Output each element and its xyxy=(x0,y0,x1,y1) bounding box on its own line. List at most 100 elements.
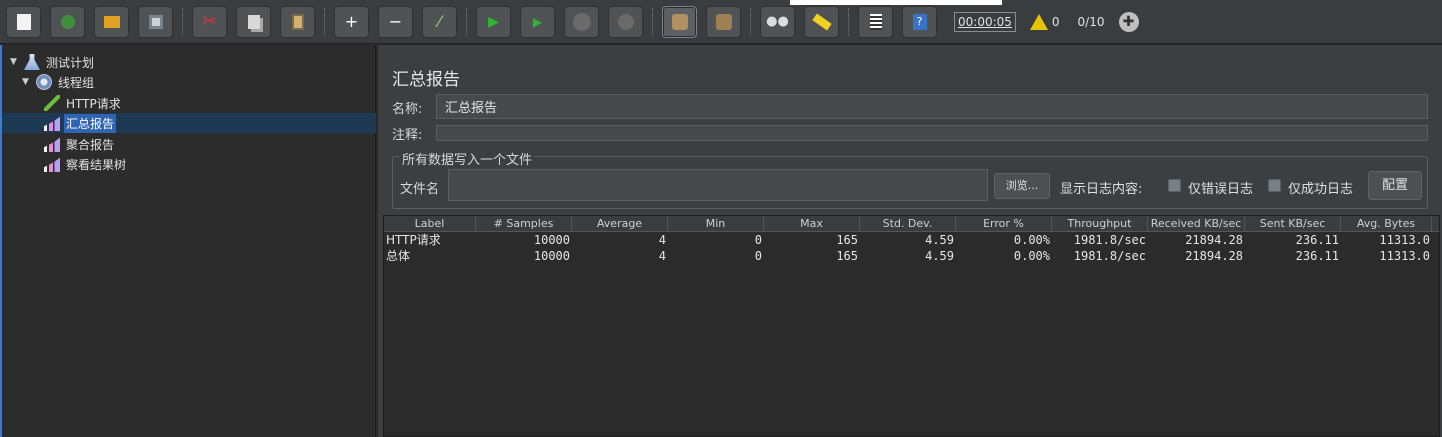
table-cell: 21894.28 xyxy=(1185,249,1243,263)
save-icon[interactable] xyxy=(138,5,173,38)
toolbar-separator xyxy=(466,7,468,36)
clear-all-icon[interactable] xyxy=(706,5,741,38)
table-cell: 1981.8/sec xyxy=(1073,233,1146,247)
filename-field[interactable] xyxy=(448,169,988,201)
name-field[interactable]: 汇总报告 xyxy=(436,94,1428,119)
tree-item-view-results-tree[interactable]: 察看结果树 xyxy=(44,154,128,174)
page-title: 汇总报告 xyxy=(392,70,460,90)
column-header[interactable]: Label xyxy=(384,216,476,231)
table-header: Label # Samples Average Min Max Std. Dev… xyxy=(384,216,1439,232)
table-cell: 10000 xyxy=(533,249,570,263)
tree-item-thread-group[interactable]: ▼ 线程组 xyxy=(22,72,96,92)
listener-chart-icon xyxy=(44,137,60,152)
toolbar-separator xyxy=(182,7,184,36)
toolbar-separator xyxy=(652,7,654,36)
comment-field[interactable] xyxy=(436,125,1428,141)
success-only-label: 仅成功日志 xyxy=(1288,182,1354,197)
templates-icon[interactable] xyxy=(50,5,85,38)
start-no-pauses-icon[interactable]: ▶ xyxy=(520,5,555,38)
active-threads: 0/10 xyxy=(1077,14,1105,29)
search-icon[interactable]: ●● xyxy=(760,5,795,38)
summary-report-panel: 汇总报告 名称: 汇总报告 注释: 所有数据写入一个文件 文件名 浏览... 显… xyxy=(378,45,1442,437)
expand-arrow-icon[interactable]: ▼ xyxy=(10,57,20,67)
table-row[interactable]: 总体 10000 4 0 165 4.59 0.00% 1981.8/sec 2… xyxy=(384,248,1439,264)
window-edge xyxy=(790,0,1002,5)
test-plan-tree: ▼ 测试计划 ▼ 线程组 HTTP请求 汇总报告 聚合报告 察看结果树 xyxy=(0,45,376,437)
remote-globe-icon[interactable]: ✚ xyxy=(1118,11,1139,32)
column-header[interactable]: Avg. Bytes xyxy=(1341,216,1432,231)
column-header[interactable]: Std. Dev. xyxy=(860,216,956,231)
table-cell: 0.00% xyxy=(1013,233,1050,247)
function-helper-icon[interactable] xyxy=(858,5,893,38)
table-cell: 4.59 xyxy=(925,233,954,247)
column-header[interactable]: Average xyxy=(572,216,668,231)
jmeter-window: ✂ + − ⁄ ▶ ▶ ●● ? 00:00:05 0 0/10 ✚ ▼ 测试计… xyxy=(0,0,1442,437)
tree-item-aggregate-report[interactable]: 聚合报告 xyxy=(44,134,116,154)
table-cell: 4 xyxy=(658,233,666,247)
comment-label: 注释: xyxy=(392,128,423,143)
expand-icon[interactable]: + xyxy=(334,5,369,38)
table-cell: 11313.0 xyxy=(1379,249,1430,263)
toolbar-separator xyxy=(848,7,850,36)
column-header[interactable]: Max xyxy=(764,216,860,231)
table-cell: 0 xyxy=(754,233,762,247)
write-to-file-title: 所有数据写入一个文件 xyxy=(400,149,535,168)
browse-button[interactable]: 浏览... xyxy=(994,173,1050,199)
elapsed-timer: 00:00:05 xyxy=(954,11,1016,32)
table-cell: 10000 xyxy=(533,233,570,247)
table-cell: 165 xyxy=(836,249,858,263)
shutdown-icon[interactable] xyxy=(608,5,643,38)
tree-item-label: 察看结果树 xyxy=(66,157,127,172)
table-cell: 4.59 xyxy=(925,249,954,263)
paste-icon[interactable] xyxy=(280,5,315,38)
errors-only-label: 仅错误日志 xyxy=(1188,182,1254,197)
table-row[interactable]: HTTP请求 10000 4 0 165 4.59 0.00% 1981.8/s… xyxy=(384,232,1439,248)
name-label: 名称: xyxy=(392,102,423,117)
table-cell: 0.00% xyxy=(1013,249,1050,263)
help-icon[interactable]: ? xyxy=(902,5,937,38)
cut-icon[interactable]: ✂ xyxy=(192,5,227,38)
start-icon[interactable]: ▶ xyxy=(476,5,511,38)
column-header[interactable]: # Samples xyxy=(476,216,572,231)
tree-item-summary-report[interactable]: 汇总报告 xyxy=(44,113,117,133)
warning-icon xyxy=(1029,13,1048,30)
stop-icon[interactable] xyxy=(564,5,599,38)
table-cell: 236.11 xyxy=(1295,233,1339,247)
tree-item-test-plan[interactable]: ▼ 测试计划 xyxy=(10,52,96,72)
table-cell: 11313.0 xyxy=(1379,233,1430,247)
log-content-label: 显示日志内容: xyxy=(1060,182,1143,197)
copy-icon[interactable] xyxy=(236,5,271,38)
tree-item-label: 汇总报告 xyxy=(64,113,117,133)
table-cell: 1981.8/sec xyxy=(1073,249,1146,263)
clear-icon[interactable] xyxy=(662,5,697,38)
table-cell: 0 xyxy=(754,249,762,263)
results-table: Label # Samples Average Min Max Std. Dev… xyxy=(383,215,1440,437)
tree-item-http-request[interactable]: HTTP请求 xyxy=(44,93,123,113)
errors-only-checkbox[interactable] xyxy=(1168,179,1181,192)
configure-button[interactable]: 配置 xyxy=(1368,171,1422,200)
table-cell: 总体 xyxy=(386,249,411,263)
reset-search-icon[interactable] xyxy=(804,5,839,38)
column-header[interactable]: Throughput xyxy=(1052,216,1148,231)
tree-item-label: 聚合报告 xyxy=(66,137,115,152)
listener-chart-icon xyxy=(44,116,60,131)
column-header[interactable]: Sent KB/sec xyxy=(1245,216,1341,231)
warning-indicator[interactable]: 0 xyxy=(1029,13,1060,30)
column-header[interactable]: Error % xyxy=(956,216,1052,231)
column-header[interactable]: Received KB/sec xyxy=(1148,216,1245,231)
table-cell: 236.11 xyxy=(1295,249,1339,263)
toolbar: ✂ + − ⁄ ▶ ▶ ●● ? 00:00:05 0 0/10 ✚ xyxy=(0,0,1442,44)
toolbar-separator xyxy=(324,7,326,36)
success-only-checkbox[interactable] xyxy=(1268,179,1281,192)
expand-arrow-icon[interactable]: ▼ xyxy=(22,77,32,87)
collapse-icon[interactable]: − xyxy=(378,5,413,38)
sampler-pen-icon xyxy=(44,95,60,111)
open-icon[interactable] xyxy=(94,5,129,38)
column-header[interactable]: Min xyxy=(668,216,764,231)
warning-count: 0 xyxy=(1051,14,1060,29)
new-icon[interactable] xyxy=(6,5,41,38)
toolbar-separator xyxy=(750,7,752,36)
table-cell: 165 xyxy=(836,233,858,247)
toggle-icon[interactable]: ⁄ xyxy=(422,5,457,38)
table-cell: 4 xyxy=(658,249,666,263)
